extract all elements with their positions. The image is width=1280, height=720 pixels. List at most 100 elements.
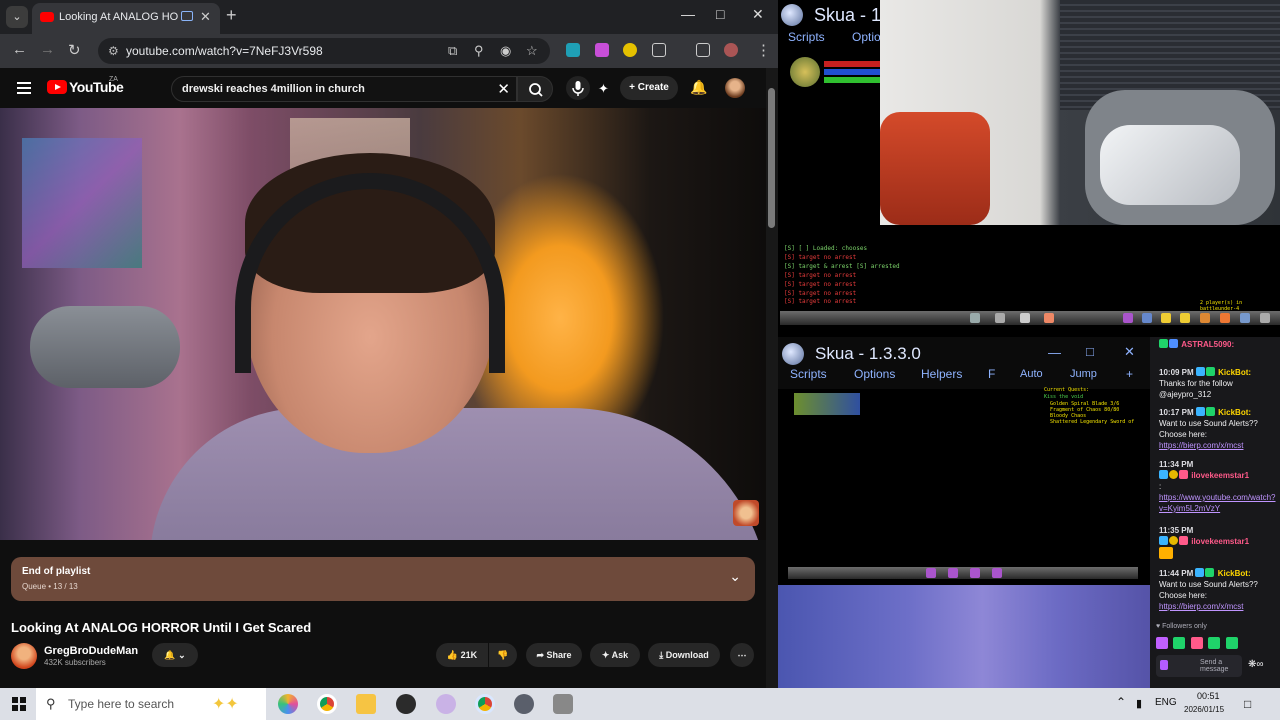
menu-icon[interactable] [1142,313,1152,323]
site-info-icon[interactable]: ⚙ [108,44,119,58]
tab-close-icon[interactable]: ✕ [200,9,211,25]
battery-icon[interactable]: ▮ [1136,697,1142,710]
scrollbar-thumb[interactable] [768,88,775,228]
emote-icon[interactable] [1156,637,1168,649]
skill-icon[interactable] [948,568,958,578]
search-button[interactable] [517,76,553,102]
chat-username[interactable]: KickBot: [1218,408,1251,417]
obs-icon[interactable] [396,694,416,714]
windows-start-icon[interactable] [12,697,26,711]
minimize-button[interactable]: — [681,6,695,22]
chat-username[interactable]: ASTRAL5090: [1181,340,1234,349]
page-scrollbar[interactable] [766,68,778,688]
game-app-icon[interactable] [514,694,534,714]
skill-icon[interactable] [992,568,1002,578]
chrome-profile-icon[interactable] [475,694,495,714]
channel-name[interactable]: GregBroDudeMan [44,645,138,657]
new-tab-button[interactable]: + [226,5,237,26]
menu-options[interactable]: Options [854,367,895,381]
maximize-button[interactable]: □ [1086,344,1094,359]
back-button[interactable]: ← [12,41,27,58]
channel-watermark[interactable] [733,500,759,526]
menu-icon[interactable] [1200,313,1210,323]
emote-icon[interactable] [1190,637,1203,649]
ai-sparkle-icon[interactable]: ✦ [598,81,609,97]
create-button[interactable]: + Create [620,76,678,100]
browser-menu-icon[interactable]: ⋮ [756,41,771,59]
skill-icon[interactable] [970,568,980,578]
subscribed-bell-button[interactable]: 🔔 ⌄ [152,643,198,667]
menu-icon[interactable] [1240,313,1250,323]
chevron-down-icon[interactable]: ⌄ [729,568,741,585]
chat-link[interactable]: https://bierp.com/x/mcst [1159,441,1243,450]
clear-search-icon[interactable]: ✕ [497,80,510,98]
taskbar-search-box[interactable]: ⚲ Type here to search ✦✦ [36,688,266,720]
forward-button[interactable]: → [40,41,55,58]
address-bar[interactable]: ⚙ youtube.com/watch?v=7NeFJ3Vr598 ⧉ ⚲ ◉ … [98,38,550,64]
add-tab-button[interactable]: + [1126,367,1133,381]
extensions-puzzle-icon[interactable] [652,43,666,57]
menu-icon[interactable] [1123,313,1133,323]
menu-scripts[interactable]: Scripts [790,367,827,381]
eye-off-icon[interactable]: ◉ [500,43,511,59]
extension-icon[interactable] [566,43,580,57]
skill-icon[interactable] [926,568,936,578]
file-explorer-icon[interactable] [356,694,376,714]
language-indicator[interactable]: ENG [1155,697,1177,708]
channel-avatar[interactable] [11,643,37,669]
ask-button[interactable]: ✦ Ask [590,643,640,667]
menu-icon[interactable] [1161,313,1171,323]
video-player[interactable] [0,108,766,540]
tab-search-button[interactable]: ⌄ [6,6,28,28]
notifications-bell-icon[interactable]: 🔔 [690,79,707,96]
menu-helpers[interactable]: Helpers [921,367,962,381]
menu-jump[interactable]: Jump [1070,368,1097,380]
download-button[interactable]: ⤓ Download [648,643,720,667]
extension-icon[interactable] [623,43,637,57]
tray-overflow-icon[interactable]: ⌃ [1116,695,1126,709]
minimize-button[interactable]: — [1048,345,1061,360]
skill-icon[interactable] [1044,313,1054,323]
emote-icon[interactable] [1225,637,1238,649]
clock-date[interactable]: 2026/01/15 [1184,705,1224,714]
menu-icon[interactable] [1180,313,1190,323]
menu-icon[interactable] [1260,313,1270,323]
extension-icon[interactable] [595,43,609,57]
skua-menu-options[interactable]: Optio [852,30,881,44]
chrome-icon[interactable] [317,694,337,714]
maximize-button[interactable]: □ [716,6,724,22]
media-controls-icon[interactable] [696,43,710,57]
chat-username[interactable]: ilovekeemstar1 [1191,471,1249,480]
dislike-button[interactable]: 👎 [489,643,517,667]
account-avatar[interactable] [725,78,745,98]
notification-center-icon[interactable]: □ [1244,697,1251,711]
bookmark-star-icon[interactable]: ☆ [526,43,538,59]
chat-username[interactable]: KickBot: [1218,368,1251,377]
microphone-icon[interactable] [1160,660,1168,670]
clock-time[interactable]: 00:51 [1197,691,1220,701]
browser-tab[interactable]: Looking At ANALOG HORROR Until I Get Sca… [32,3,220,34]
settings-gear-icon[interactable] [553,694,573,714]
menu-auto[interactable]: Auto [1020,368,1043,380]
emote-icon[interactable] [1173,637,1186,649]
copilot-icon[interactable] [278,694,298,714]
chat-username[interactable]: ilovekeemstar1 [1191,537,1249,546]
skua-menu-scripts[interactable]: Scripts [788,30,825,44]
zoom-icon[interactable]: ⚲ [474,43,484,59]
chat-settings-icon[interactable]: ❋∞ [1248,659,1264,670]
playlist-panel[interactable]: End of playlist Queue • 13 / 13 ⌄ [11,557,755,601]
close-window-button[interactable]: ✕ [752,6,764,23]
skill-icon[interactable] [1020,313,1030,323]
reload-button[interactable]: ↻ [68,41,81,59]
more-actions-button[interactable]: ⋯ [730,643,754,667]
chat-input[interactable]: Send a message [1156,655,1242,677]
emote-icon[interactable] [1208,637,1221,649]
menu-f[interactable]: F [988,367,995,381]
chat-link[interactable]: https://bierp.com/x/mcst [1159,602,1243,611]
chat-link[interactable]: https://www.youtube.com/watch?v=Kyim5L2m… [1159,493,1276,513]
voice-search-button[interactable] [566,76,590,100]
skill-icon[interactable] [995,313,1005,323]
like-button[interactable]: 👍 21K [436,643,488,667]
youtube-logo-icon[interactable] [47,80,67,94]
hamburger-menu-icon[interactable] [17,82,31,97]
